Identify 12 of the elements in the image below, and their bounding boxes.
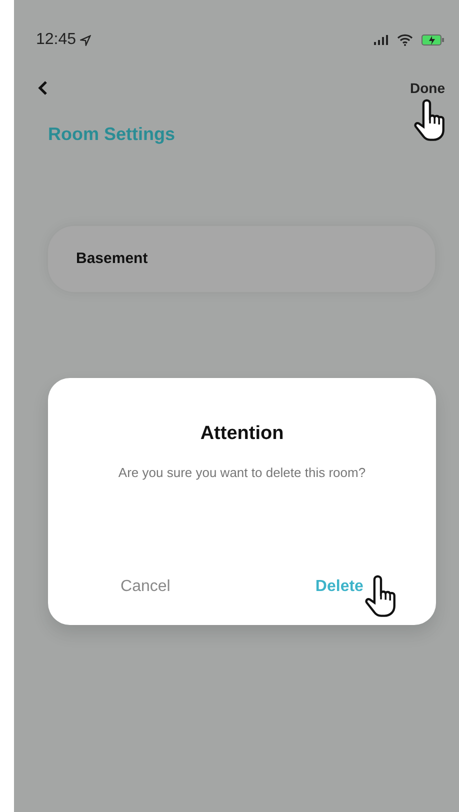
location-arrow-icon [80,34,92,46]
dialog-message: Are you sure you want to delete this room? [118,464,366,482]
screen-title: Room Settings [48,124,176,146]
back-chevron-icon [38,80,48,96]
signal-icon [373,35,389,45]
status-time: 12:45 [36,30,76,50]
dialog-title: Attention [200,422,284,446]
cancel-button[interactable]: Cancel [110,571,180,603]
wifi-icon [397,34,413,46]
done-button[interactable]: Done [410,78,445,98]
room-name-field[interactable]: Basement [48,226,435,292]
battery-icon [421,34,445,46]
